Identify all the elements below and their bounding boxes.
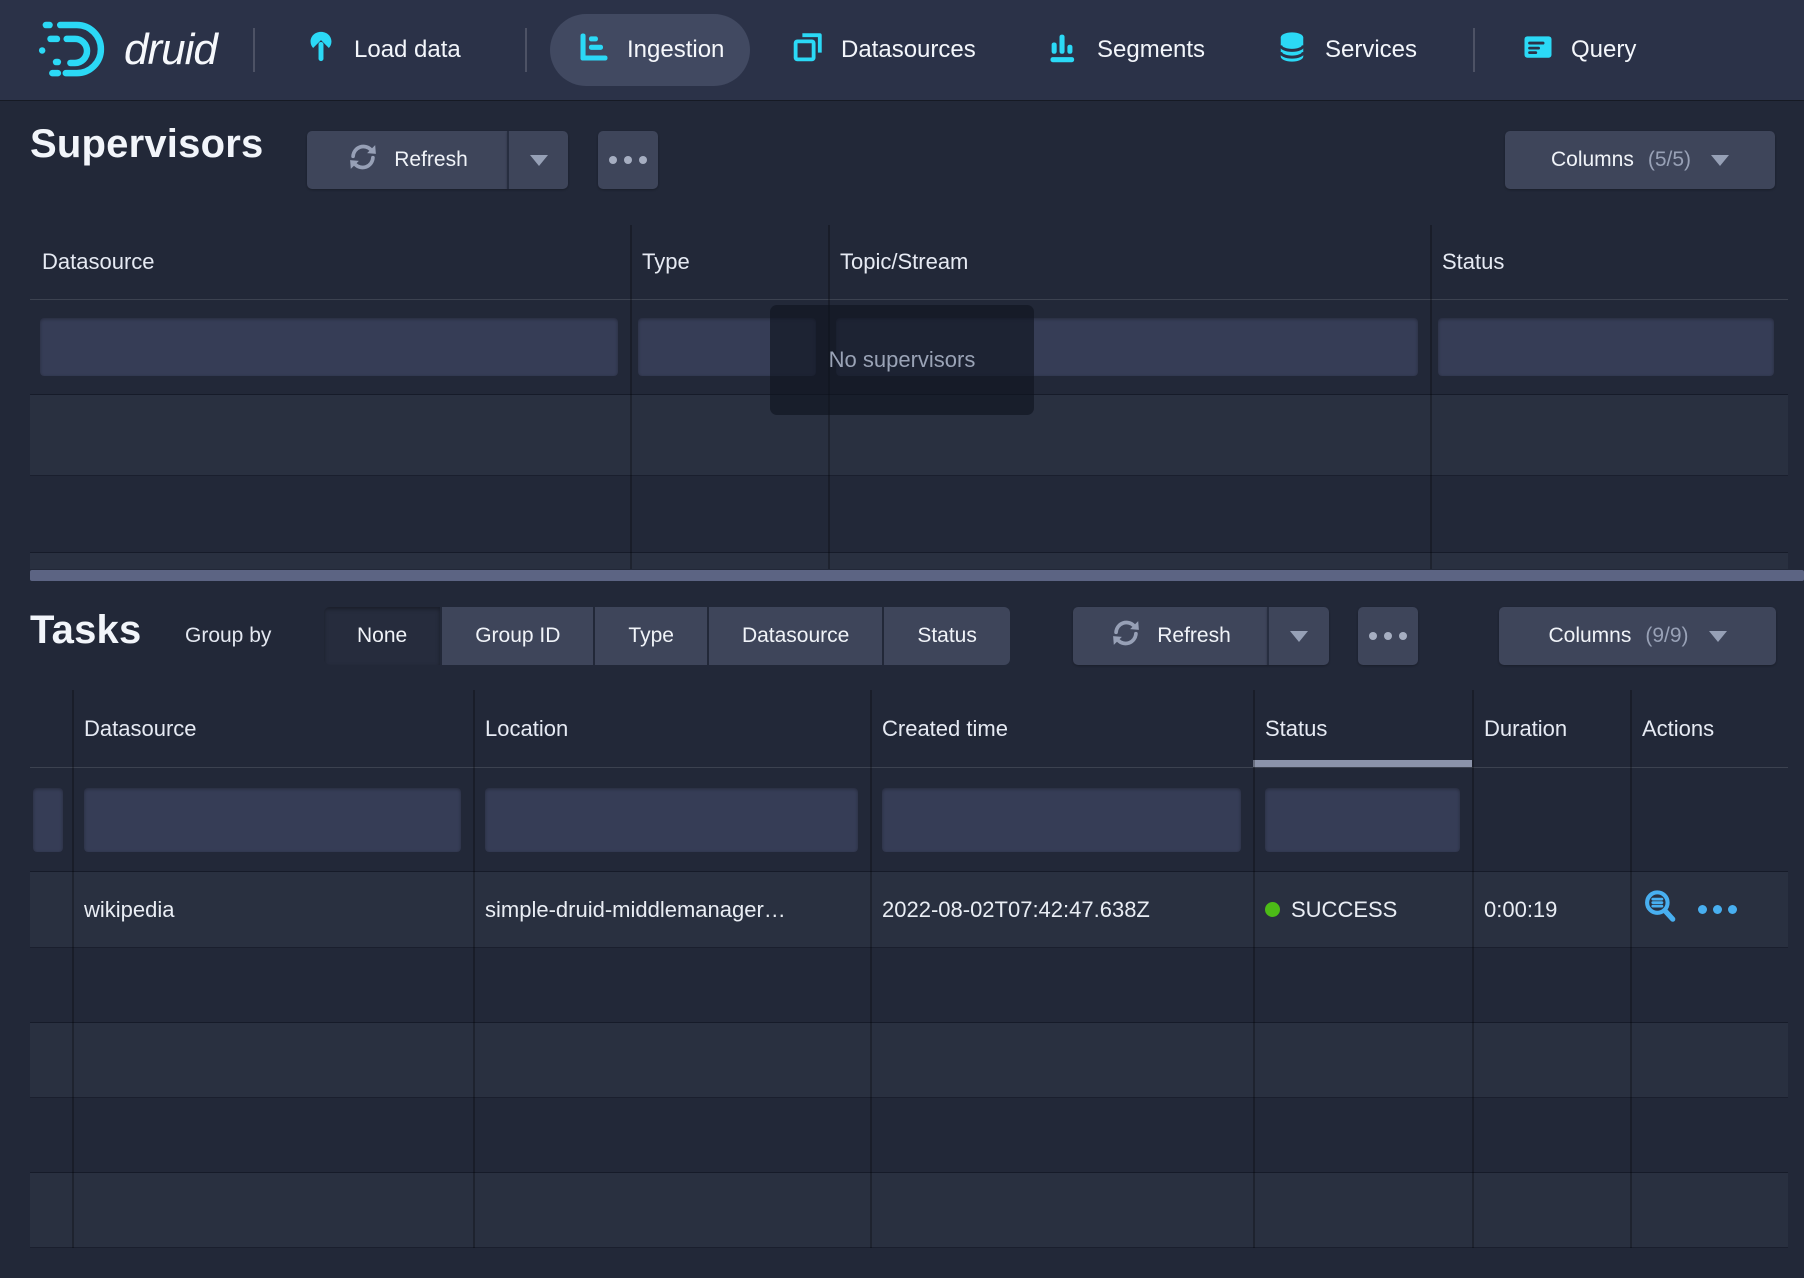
status-success-dot <box>1265 902 1280 917</box>
actions-cell <box>1630 872 1788 947</box>
group-by-status-button[interactable]: Status <box>884 607 1010 665</box>
tasks-title: Tasks <box>30 608 141 653</box>
column-separator <box>1472 690 1474 1248</box>
group-by-type-button[interactable]: Type <box>595 607 707 665</box>
gutter-filter-input[interactable] <box>33 788 63 852</box>
table-row <box>30 1023 1788 1098</box>
task-details-magnifier-icon[interactable] <box>1642 888 1680 932</box>
column-header-duration[interactable]: Duration <box>1472 690 1630 767</box>
column-header-actions[interactable]: Actions <box>1630 690 1788 767</box>
column-separator <box>473 690 475 1248</box>
tasks-filter-row <box>30 768 1788 872</box>
druid-console: druid Load data <box>0 0 1804 1278</box>
column-separator <box>1630 690 1632 1248</box>
table-row <box>30 1098 1788 1173</box>
columns-label: Columns <box>1548 624 1631 648</box>
status-cell: SUCCESS <box>1253 872 1472 947</box>
group-by-group-id-button[interactable]: Group ID <box>442 607 593 665</box>
column-separator <box>870 690 872 1248</box>
location-cell: simple-druid-middlemanager… <box>473 872 870 947</box>
caret-down-icon <box>1290 631 1308 642</box>
status-filter-input[interactable] <box>1265 788 1460 852</box>
task-actions-more-icon[interactable] <box>1698 905 1737 914</box>
datasource-filter-input[interactable] <box>84 788 461 852</box>
caret-down-icon <box>1709 631 1727 642</box>
column-header-created-time[interactable]: Created time <box>870 690 1253 767</box>
datasource-cell: wikipedia <box>72 872 473 947</box>
column-header-status-sorted[interactable]: Status <box>1253 690 1472 767</box>
column-separator <box>1253 690 1255 1248</box>
refresh-icon <box>1109 616 1143 656</box>
sort-indicator <box>1253 760 1472 767</box>
task-row-wikipedia[interactable]: wikipedia simple-druid-middlemanager… 20… <box>30 872 1788 948</box>
created-time-filter-input[interactable] <box>882 788 1241 852</box>
column-separator <box>72 690 74 1248</box>
status-label: SUCCESS <box>1291 897 1397 923</box>
group-by-button-group: None Group ID Type Datasource Status <box>324 607 1010 665</box>
column-header-label: Status <box>1265 716 1327 742</box>
group-by-none-button[interactable]: None <box>324 607 440 665</box>
group-by-datasource-button[interactable]: Datasource <box>709 607 882 665</box>
group-by-label: Group by <box>185 624 271 648</box>
column-header-datasource[interactable]: Datasource <box>72 690 473 767</box>
more-icon <box>1369 632 1407 640</box>
tasks-refresh-button[interactable]: Refresh <box>1073 607 1267 665</box>
column-header-gutter[interactable] <box>30 690 72 767</box>
table-row <box>30 1173 1788 1248</box>
tasks-columns-dropdown[interactable]: Columns (9/9) <box>1499 607 1776 665</box>
created-time-cell: 2022-08-02T07:42:47.638Z <box>870 872 1253 947</box>
gutter-cell <box>30 872 72 947</box>
tasks-section: Tasks Group by None Group ID Type Dataso… <box>0 0 1804 1278</box>
duration-cell: 0:00:19 <box>1472 872 1630 947</box>
tasks-table: Datasource Location Created time Status … <box>30 690 1788 1248</box>
column-header-location[interactable]: Location <box>473 690 870 767</box>
tasks-more-button[interactable] <box>1358 607 1418 665</box>
refresh-label: Refresh <box>1157 624 1231 648</box>
tasks-refresh-interval-dropdown[interactable] <box>1267 607 1329 665</box>
table-row <box>30 948 1788 1023</box>
columns-count: (9/9) <box>1645 624 1688 648</box>
tasks-table-header: Datasource Location Created time Status … <box>30 690 1788 768</box>
location-filter-input[interactable] <box>485 788 858 852</box>
